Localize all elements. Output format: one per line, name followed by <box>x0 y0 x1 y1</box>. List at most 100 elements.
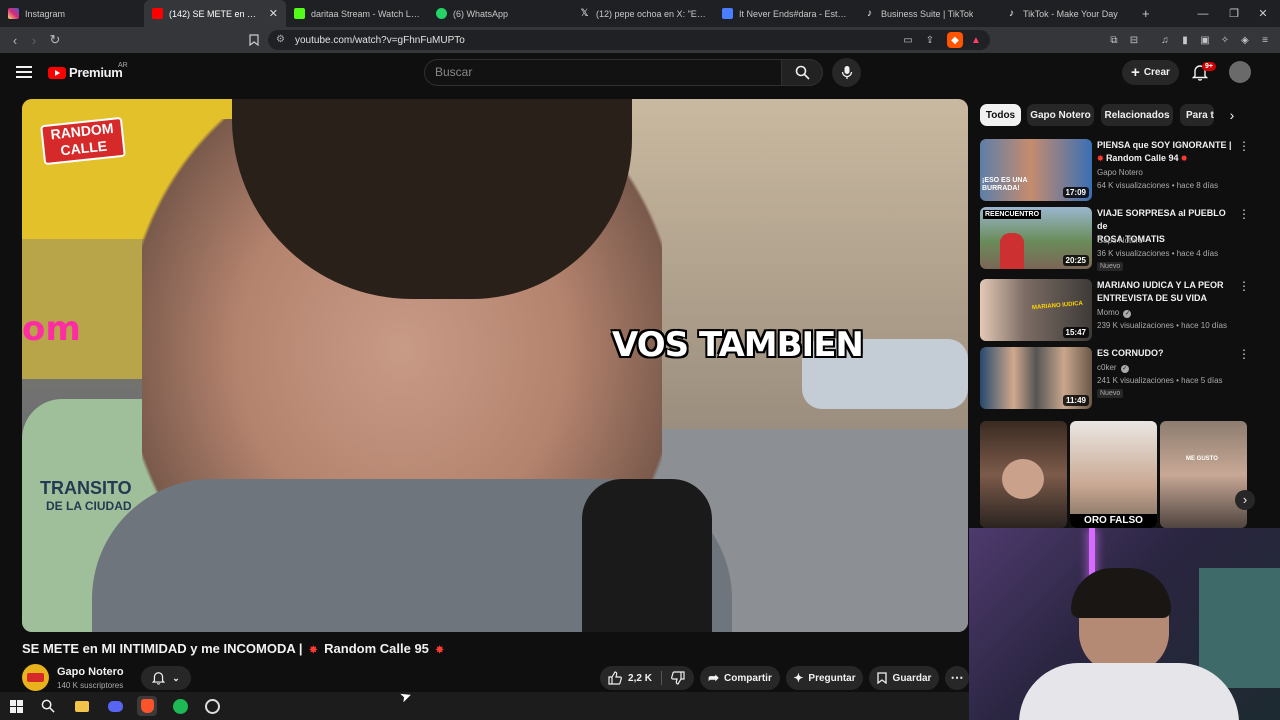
recommendation-item[interactable]: REENCUENTRO 20:25 VIAJE SORPRESA al PUEB… <box>980 207 1270 271</box>
tiktok-icon: ♪ <box>867 8 872 19</box>
share-page-icon[interactable]: ⇪ <box>922 32 938 48</box>
file-explorer-icon[interactable] <box>72 696 92 716</box>
spotify-icon[interactable] <box>170 696 190 716</box>
subscriber-count: 140 K suscriptores <box>57 681 124 690</box>
more-vertical-icon[interactable]: ⋮ <box>1238 279 1250 293</box>
more-horizontal-icon: ⋯ <box>950 670 964 685</box>
brave-shields-icon[interactable]: ◆ <box>947 32 963 48</box>
verified-icon: ✓ <box>1120 365 1129 373</box>
forward-icon[interactable]: › <box>24 30 44 50</box>
share-button[interactable]: ➦ Compartir <box>700 666 780 690</box>
recommendation-item[interactable]: MARIANO IUDICA 15:47 MARIANO IUDICA Y LA… <box>980 279 1270 341</box>
tab-tiktok[interactable]: ♪ TikTok - Make Your Day <box>998 0 1134 27</box>
recommendation-meta: 64 K visualizaciones • hace 8 días <box>1097 181 1219 190</box>
youtube-logo-icon[interactable] <box>48 67 66 79</box>
video-frame-microphone <box>582 479 712 632</box>
recommendation-title: PIENSA que SOY IGNORANTE | ✸ Random Call… <box>1097 140 1232 163</box>
search-input[interactable]: Buscar <box>424 59 782 86</box>
more-vertical-icon[interactable]: ⋮ <box>1238 347 1250 361</box>
recommendation-channel[interactable]: Momo ✓ <box>1097 308 1132 318</box>
share-icon: ➦ <box>708 670 720 685</box>
site-info-icon[interactable]: ⚙ <box>276 34 285 45</box>
like-button[interactable]: 2,2 K <box>600 666 660 690</box>
chip-for-you[interactable]: Para ti <box>1180 104 1214 126</box>
tab-search-icon[interactable]: ⊟ <box>1126 32 1142 48</box>
new-badge: Nuevo <box>1097 389 1124 398</box>
tab-kick-stream[interactable]: daritaa Stream - Watch Live on <box>286 0 428 27</box>
channel-avatar-mark <box>27 673 44 682</box>
recommendation-channel[interactable]: Gapo Notero <box>1097 168 1143 177</box>
tab-youtube-video[interactable]: (142) SE METE en MI INTIMIDAD ✕ <box>144 0 286 27</box>
short-thumbnail[interactable]: ME GUSTO <box>1160 421 1247 528</box>
sidebar-toggle-icon[interactable]: ▮ <box>1177 32 1193 48</box>
close-tab-icon[interactable]: ✕ <box>269 7 278 20</box>
recommendation-title: MARIANO IUDICA Y LA PEOR ENTREVISTA DE S… <box>1097 280 1224 303</box>
channel-avatar[interactable] <box>22 664 49 691</box>
short-thumbnail[interactable]: ORO FALSO <box>1070 421 1157 528</box>
voice-search-button[interactable] <box>832 58 861 87</box>
recommendation-channel[interactable]: Gapo Notero <box>1097 236 1143 245</box>
recommendation-item[interactable]: ¡ESO ES UNA BURRADA! 17:09 PIENSA que SO… <box>980 139 1270 201</box>
short-thumbnail[interactable] <box>980 421 1067 528</box>
tab-x-post[interactable]: 𝕏 (12) pepe ochoa en X: "Es el m <box>571 0 714 27</box>
reload-icon[interactable]: ↻ <box>45 30 65 50</box>
tab-stats[interactable]: It Never Ends#dara - Estadístic <box>714 0 856 27</box>
subscription-bell-button[interactable]: ⌄ <box>141 666 191 690</box>
video-frame-neon-sign: om <box>22 309 81 349</box>
youtube-premium-brand[interactable]: Premium <box>69 65 123 80</box>
channel-name[interactable]: Gapo Notero <box>57 666 124 678</box>
minimize-icon[interactable]: — <box>1186 0 1220 27</box>
chip-related[interactable]: Relacionados <box>1101 104 1173 126</box>
back-icon[interactable]: ‹ <box>5 30 25 50</box>
sparkle-icon: ✦ <box>793 671 804 685</box>
chip-all[interactable]: Todos <box>980 104 1021 126</box>
dislike-button[interactable] <box>662 666 694 690</box>
address-bar[interactable]: ⚙ youtube.com/watch?v=gFhnFuMUPTo <box>268 30 990 50</box>
collision-icon: ✸ <box>1097 154 1106 163</box>
new-tab-button[interactable]: + <box>1134 0 1164 27</box>
close-window-icon[interactable]: ✕ <box>1246 0 1280 27</box>
media-icon[interactable]: ♫ <box>1157 32 1173 48</box>
recommendation-meta: 241 K visualizaciones • hace 5 días <box>1097 376 1223 385</box>
extensions-icon[interactable]: ⧉ <box>1106 32 1122 48</box>
hamburger-menu-icon[interactable] <box>16 66 32 78</box>
avatar[interactable] <box>1229 61 1251 83</box>
obs-icon[interactable] <box>202 696 222 716</box>
video-title: SE METE en MI INTIMIDAD y me INCOMODA | … <box>22 641 444 656</box>
more-vertical-icon[interactable]: ⋮ <box>1238 207 1250 221</box>
tab-instagram[interactable]: Instagram <box>0 0 144 27</box>
taskbar-search-icon[interactable] <box>38 696 58 716</box>
cast-icon[interactable]: ▭ <box>900 32 916 48</box>
whatsapp-icon <box>436 8 447 19</box>
recommendation-channel[interactable]: c0ker ✓ <box>1097 363 1129 373</box>
short-figure <box>1002 459 1044 499</box>
search-icon <box>795 65 810 80</box>
bookmark-icon[interactable] <box>244 30 264 50</box>
recommendation-meta: 36 K visualizaciones • hace 4 días <box>1097 249 1219 258</box>
video-player[interactable]: om TRANSITO DE LA CIUDAD RANDOM CALLE VO… <box>22 99 968 632</box>
leo-ai-icon[interactable]: ✧ <box>1217 32 1233 48</box>
more-vertical-icon[interactable]: ⋮ <box>1238 139 1250 153</box>
webcam-shirt <box>1019 663 1239 720</box>
brave-browser-icon[interactable] <box>137 696 157 716</box>
shorts-next-button[interactable]: › <box>1235 490 1255 510</box>
more-actions-button[interactable]: ⋯ <box>945 666 969 690</box>
brave-rewards-icon[interactable]: ▲ <box>968 32 984 48</box>
discord-icon[interactable] <box>105 696 125 716</box>
save-button[interactable]: Guardar <box>869 666 939 690</box>
ask-button[interactable]: ✦ Preguntar <box>786 666 863 690</box>
tab-tiktok-business[interactable]: ♪ Business Suite | TikTok <box>856 0 998 27</box>
recommendation-title: ES CORNUDO? <box>1097 348 1164 358</box>
tab-whatsapp[interactable]: (6) WhatsApp <box>428 0 571 27</box>
wallet-icon[interactable]: ▣ <box>1197 32 1213 48</box>
chevron-right-icon[interactable]: › <box>1222 104 1242 126</box>
kick-icon <box>294 8 305 19</box>
create-button[interactable]: + Crear <box>1122 60 1179 85</box>
windows-start-icon[interactable] <box>6 696 26 716</box>
search-button[interactable] <box>781 59 823 86</box>
chip-gapo-notero[interactable]: Gapo Notero <box>1027 104 1094 126</box>
recommendation-item[interactable]: 11:49 ES CORNUDO? c0ker ✓ 241 K visualiz… <box>980 347 1270 409</box>
vpn-icon[interactable]: ◈ <box>1237 32 1253 48</box>
channel-overlay-logo: RANDOM CALLE <box>40 116 126 166</box>
menu-icon[interactable]: ≡ <box>1257 32 1273 48</box>
